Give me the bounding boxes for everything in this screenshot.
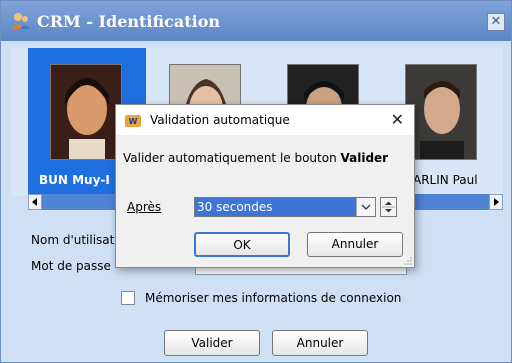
- user-photo: [50, 64, 122, 160]
- dialog-cancel-button[interactable]: Annuler: [307, 232, 403, 257]
- dialog-title-bar[interactable]: W Validation automatique ✕: [116, 105, 414, 135]
- spinner-arrows-icon: [382, 201, 395, 213]
- chevron-down-icon[interactable]: [356, 198, 375, 216]
- username-label: Nom d'utilisat: [31, 233, 115, 247]
- remember-checkbox[interactable]: [121, 291, 135, 305]
- window-title: CRM - Identification: [37, 12, 220, 31]
- user-photo: [405, 64, 477, 160]
- cancel-button[interactable]: Annuler: [272, 330, 368, 356]
- delay-select[interactable]: 30 secondes: [194, 197, 376, 217]
- dialog-title: Validation automatique: [150, 113, 290, 127]
- app-icon: W: [125, 115, 141, 127]
- auto-validation-dialog: W Validation automatique ✕ Valider autom…: [115, 104, 415, 268]
- delay-value: 30 secondes: [195, 198, 357, 216]
- resize-grip-icon[interactable]: [404, 257, 412, 265]
- scroll-left-button[interactable]: [28, 194, 42, 210]
- crm-title-bar[interactable]: CRM - Identification ✕: [1, 1, 511, 41]
- validate-button[interactable]: Valider: [164, 330, 260, 356]
- remember-label: Mémoriser mes informations de connexion: [145, 291, 402, 305]
- users-icon: [12, 13, 30, 29]
- user-name: ARLIN Paul: [413, 173, 478, 187]
- ok-button[interactable]: OK: [194, 232, 290, 257]
- arrow-right-icon: [494, 198, 499, 206]
- user-name: BUN Muy-I: [39, 173, 110, 187]
- dialog-message: Valider automatiquement le bouton Valide…: [123, 151, 389, 165]
- scroll-right-button[interactable]: [489, 194, 503, 210]
- dialog-close-icon[interactable]: ✕: [391, 110, 404, 129]
- svg-text:W: W: [129, 117, 138, 126]
- delay-spinner[interactable]: [380, 197, 397, 217]
- close-icon: ✕: [490, 14, 502, 29]
- password-label: Mot de passe: [31, 259, 111, 273]
- arrow-left-icon: [32, 198, 37, 206]
- after-label: Après: [127, 200, 162, 214]
- close-button[interactable]: ✕: [487, 13, 505, 31]
